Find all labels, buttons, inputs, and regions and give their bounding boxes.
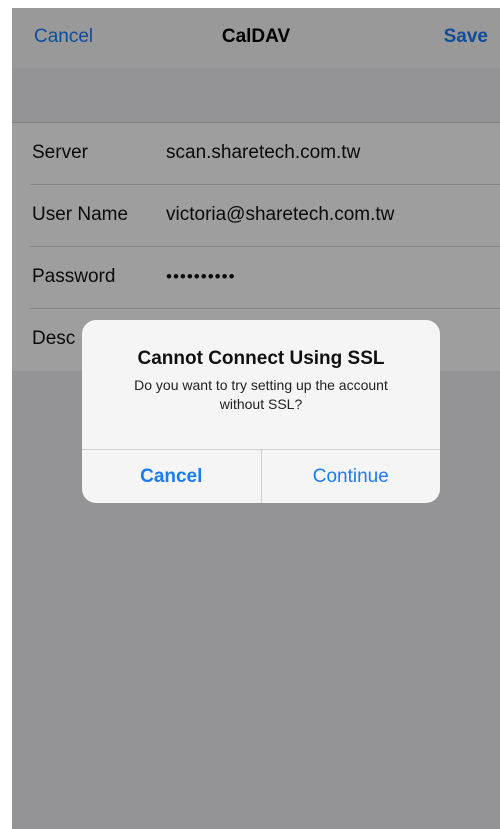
alert-message: Do you want to try setting up the accoun… — [134, 377, 388, 412]
alert-title: Cannot Connect Using SSL — [137, 348, 385, 369]
alert-continue-button[interactable]: Continue — [262, 450, 441, 503]
alert-button-bar: Cancel Continue — [82, 449, 440, 503]
ssl-alert-dialog: Cannot Connect Using SSL Do you want to … — [82, 320, 440, 503]
screen: Cancel CalDAV Save Server scan.sharetech… — [12, 8, 500, 829]
alert-cancel-button[interactable]: Cancel — [82, 450, 262, 503]
